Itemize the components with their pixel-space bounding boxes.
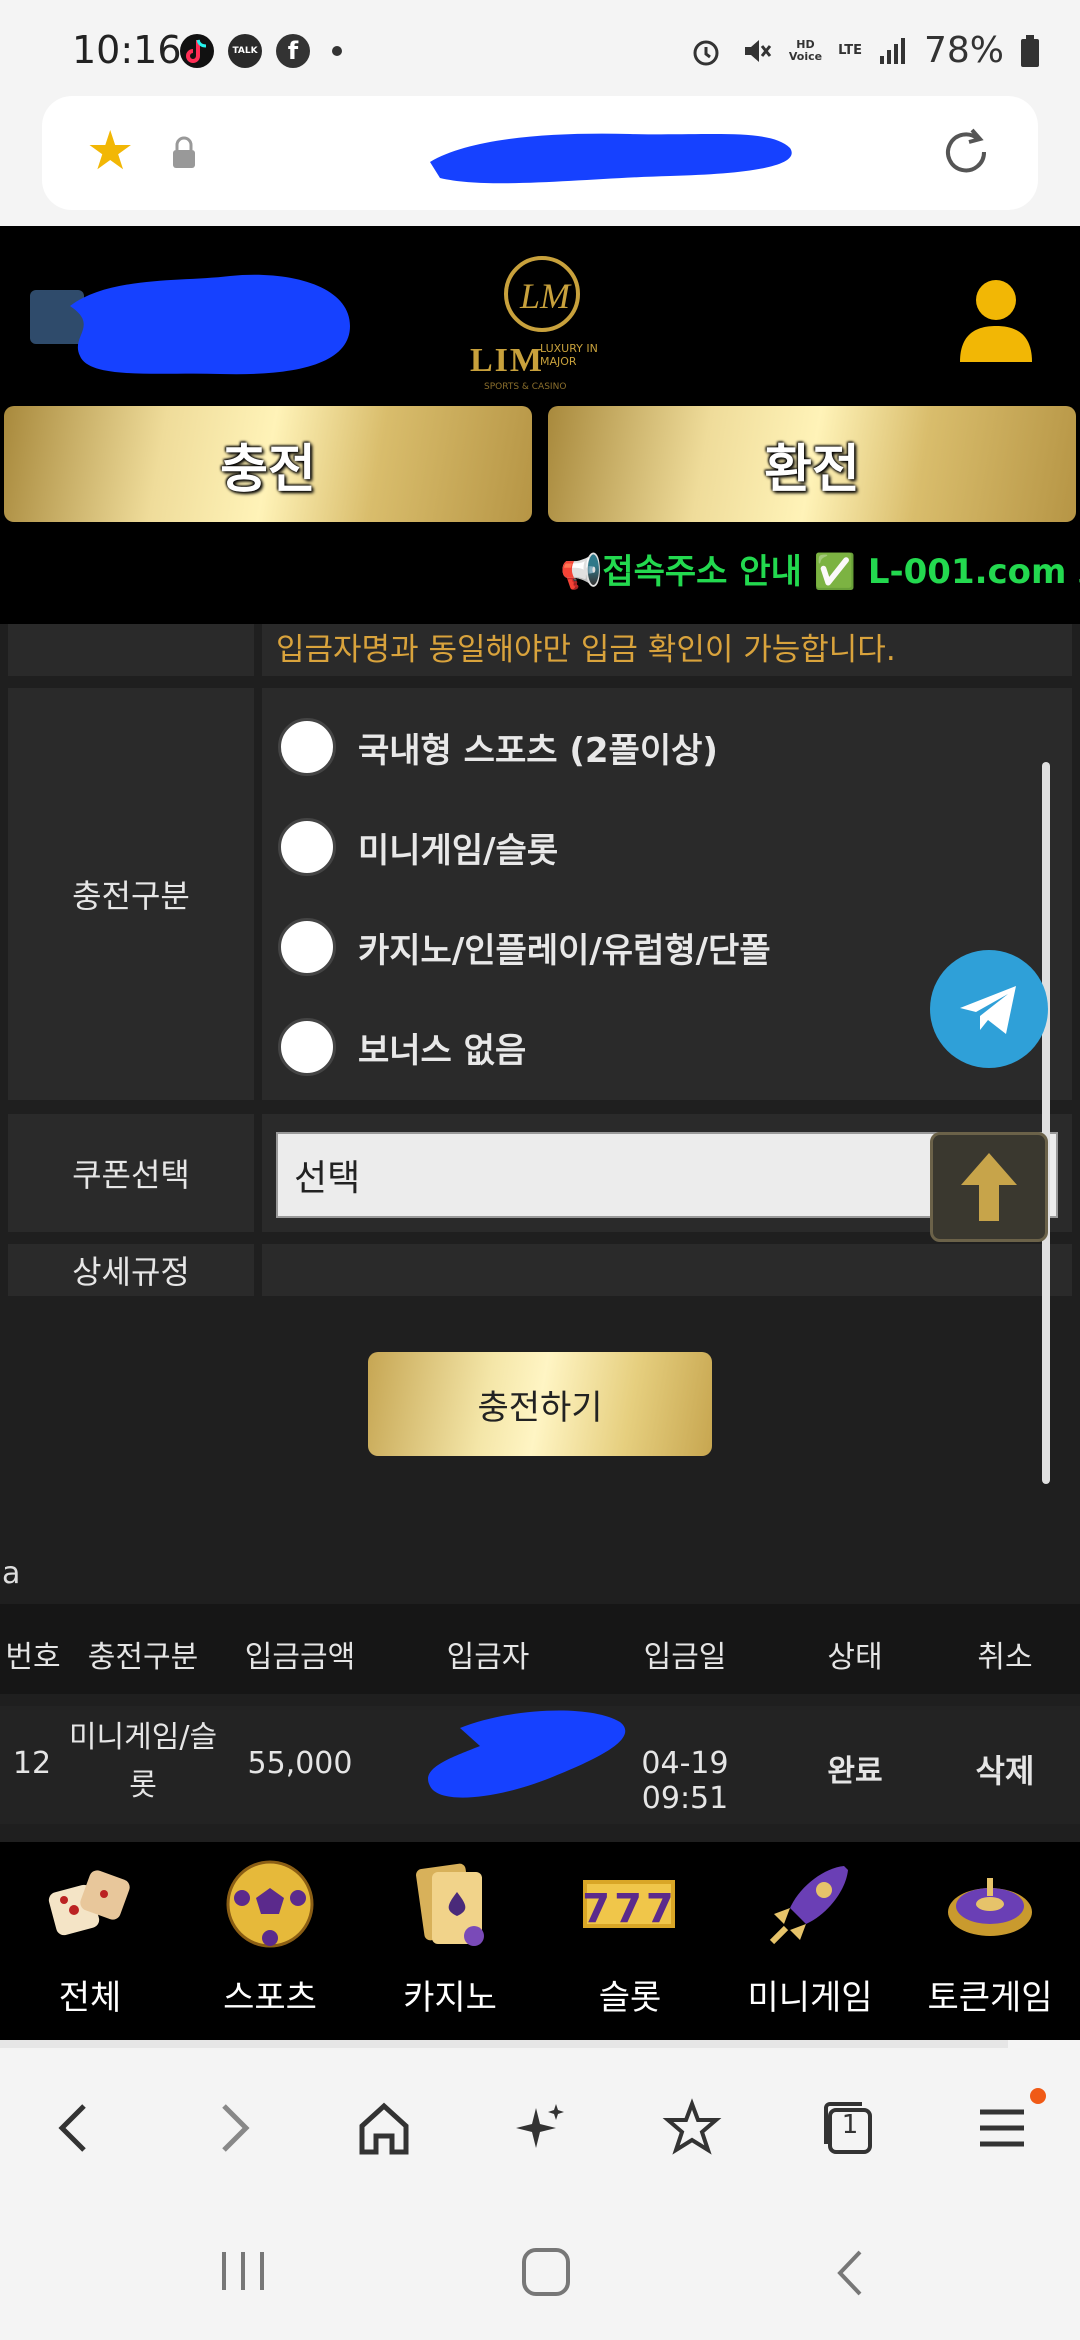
- row-delete-button[interactable]: 삭제: [950, 1746, 1060, 1792]
- sparkle-icon[interactable]: [508, 2096, 572, 2160]
- status-bar: 10:16 TALK f HD Voice LTE 78%: [0, 0, 1080, 96]
- cards-icon: [416, 1863, 484, 1946]
- redacted-username: [70, 274, 350, 375]
- address-bar[interactable]: ★: [42, 96, 1038, 210]
- option-domestic-sports[interactable]: 국내형 스포츠 (2폴이상): [278, 718, 718, 776]
- bookmarks-star-icon[interactable]: [660, 2096, 724, 2160]
- nav-token-game[interactable]: 토큰게임: [900, 1842, 1080, 2040]
- signal-icon: [879, 37, 905, 64]
- depositor-notice: 입금자명과 동일해야만 입금 확인이 가능합니다.: [276, 632, 896, 668]
- redacted-url: [430, 133, 792, 184]
- charge-type-label: 충전구분: [8, 688, 254, 1100]
- system-navigation-bar: [0, 2202, 1080, 2340]
- col-number: 번호: [5, 1640, 61, 1675]
- nav-slot[interactable]: 777 슬롯: [540, 1842, 720, 2040]
- site-logo[interactable]: LM LIM LUXURY IN MAJOR SPORTS & CASINO: [462, 246, 622, 396]
- nav-sports[interactable]: 스포츠: [180, 1842, 360, 2040]
- logo-emblem-icon: LM: [504, 256, 580, 332]
- col-cancel: 취소: [977, 1640, 1033, 1675]
- col-type: 충전구분: [87, 1640, 199, 1675]
- history-title: a: [2, 1556, 21, 1591]
- rules-label: 상세규정: [8, 1244, 254, 1296]
- tiktok-icon: [180, 34, 214, 68]
- user-profile-icon[interactable]: [956, 274, 1036, 364]
- nav-minigame[interactable]: 미니게임: [720, 1842, 900, 2040]
- option-no-bonus[interactable]: 보너스 없음: [278, 1018, 526, 1076]
- telegram-icon: [960, 986, 1016, 1034]
- system-back-icon[interactable]: [826, 2246, 876, 2300]
- nav-all[interactable]: 전체: [0, 1842, 180, 2040]
- tab-count: 1: [841, 2110, 859, 2140]
- row-number: 12: [12, 1746, 52, 1781]
- row-type: 미니게임/슬 롯: [68, 1720, 218, 1803]
- svg-text:LM: LM: [519, 276, 572, 316]
- submit-deposit-button[interactable]: 충전하기: [368, 1352, 712, 1456]
- scrollbar[interactable]: [1042, 762, 1050, 1484]
- facebook-icon: f: [276, 34, 310, 68]
- coupon-label: 쿠폰선택: [8, 1114, 254, 1232]
- home-icon[interactable]: [352, 2096, 416, 2160]
- tab-deposit[interactable]: 충전: [4, 406, 532, 522]
- mute-icon: [744, 39, 772, 62]
- game-category-nav: 전체 스포츠 카지노 777 슬롯 미니게임 토큰게임: [0, 1842, 1080, 2040]
- lock-icon[interactable]: [170, 136, 198, 170]
- battery-icon: [1021, 34, 1039, 67]
- radio-button[interactable]: [278, 1018, 336, 1076]
- site-header: LM LIM LUXURY IN MAJOR SPORTS & CASINO 충…: [0, 226, 1080, 624]
- radio-button[interactable]: [278, 818, 336, 876]
- rocket-icon: [769, 1866, 848, 1945]
- telegram-button[interactable]: [930, 950, 1048, 1068]
- menu-icon[interactable]: [970, 2096, 1034, 2160]
- row-status: 완료: [827, 1754, 883, 1789]
- col-status: 상태: [827, 1640, 883, 1675]
- roulette-icon: [948, 1878, 1032, 1936]
- rules-cell: [262, 1244, 1072, 1296]
- forward-icon[interactable]: [200, 2096, 264, 2160]
- dot-icon: [332, 46, 342, 56]
- deposit-form-panel: 입금자명과 동일해야만 입금 확인이 가능합니다. 충전구분 국내형 스포츠 (…: [0, 624, 1080, 1842]
- radio-button[interactable]: [278, 718, 336, 776]
- battery-percent: 78%: [923, 30, 1004, 71]
- option-minigame-slot[interactable]: 미니게임/슬롯: [278, 818, 558, 876]
- browser-toolbar: 1: [0, 2052, 1080, 2202]
- hd-voice-icon: HD Voice: [788, 37, 823, 63]
- col-amount: 입금금액: [244, 1640, 356, 1675]
- back-icon[interactable]: [44, 2096, 108, 2160]
- notice-label-cell: [8, 624, 254, 676]
- tab-withdraw[interactable]: 환전: [548, 406, 1076, 522]
- horizontal-scroll-indicator: [0, 2040, 1008, 2048]
- radio-button[interactable]: [278, 918, 336, 976]
- alarm-icon: [693, 40, 719, 65]
- notice-marquee: 📢접속주소 안내 ✅ L-001.com 또: [560, 552, 1080, 592]
- col-date: 입금일: [643, 1640, 727, 1675]
- slot-digits: 777: [582, 1886, 678, 1932]
- history-table-header: 번호 충전구분 입금금액 입금자 입금일 상태 취소: [0, 1604, 1080, 1694]
- status-time: 10:16: [72, 28, 182, 72]
- bookmark-star-icon[interactable]: ★: [86, 124, 134, 178]
- lte-icon: LTE: [838, 43, 862, 58]
- scroll-top-button[interactable]: [930, 1132, 1048, 1242]
- dice-icon: [48, 1870, 130, 1936]
- soccer-ball-icon: [226, 1860, 314, 1948]
- reload-icon[interactable]: [936, 122, 996, 182]
- row-amount: 55,000: [247, 1746, 353, 1781]
- nav-casino[interactable]: 카지노: [360, 1842, 540, 2040]
- redacted-depositor: [428, 1710, 626, 1798]
- recent-apps-icon[interactable]: [216, 2246, 270, 2296]
- kakaotalk-icon: TALK: [228, 34, 262, 68]
- arrow-up-icon: [961, 1153, 1017, 1221]
- home-button-icon[interactable]: [518, 2244, 574, 2300]
- notification-dot: [1030, 2088, 1046, 2104]
- col-depositor: 입금자: [446, 1640, 530, 1675]
- option-casino-inplay[interactable]: 카지노/인플레이/유럽형/단폴: [278, 918, 771, 976]
